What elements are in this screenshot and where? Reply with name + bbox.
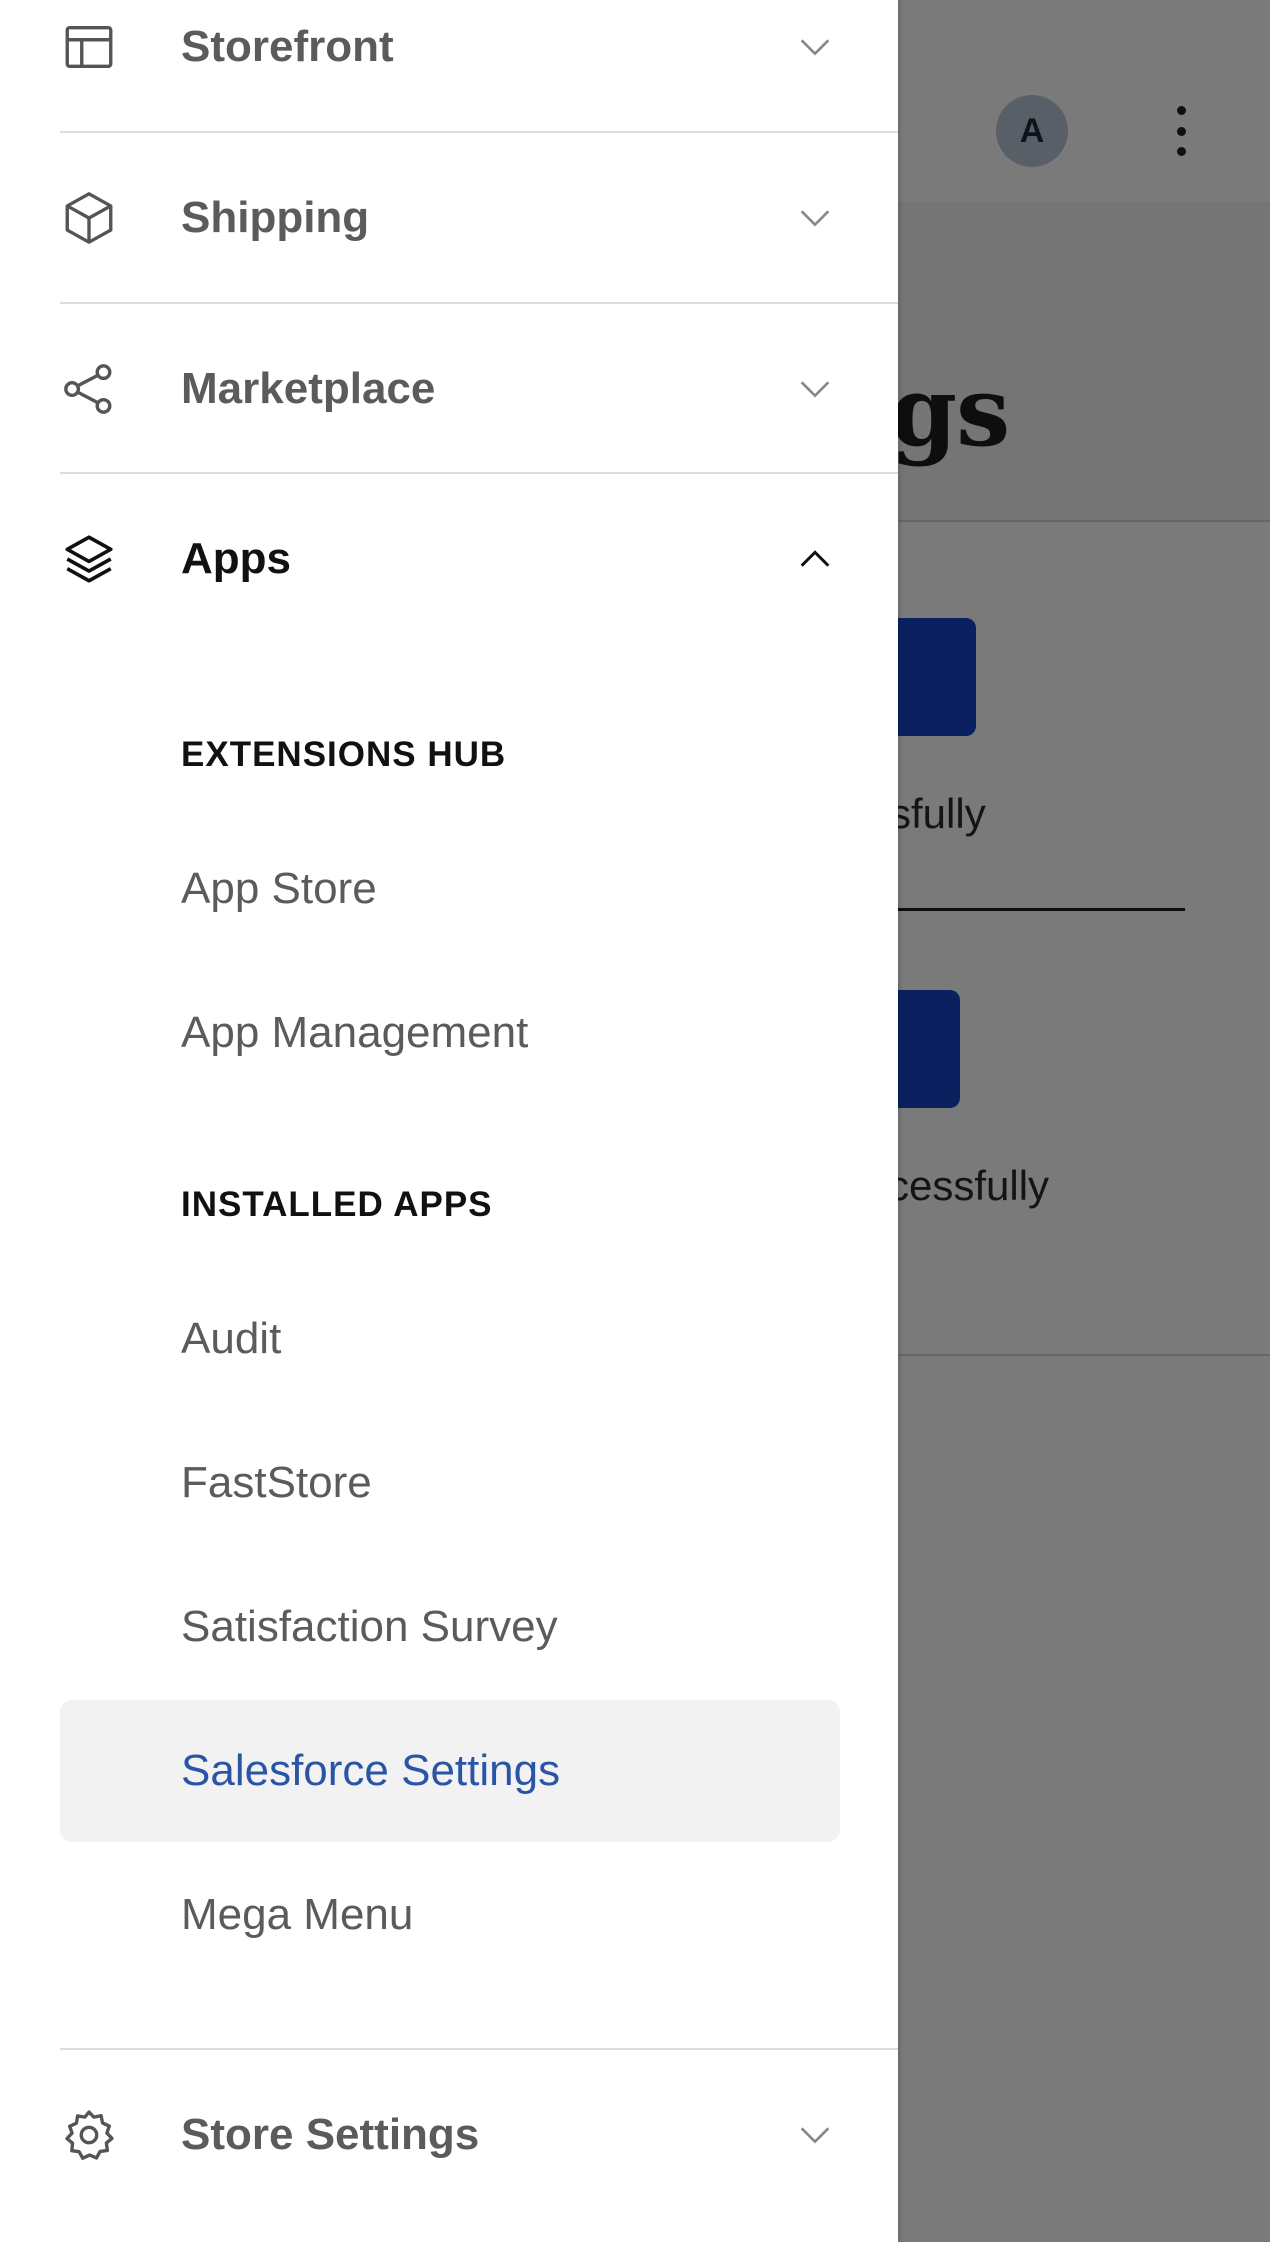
sub-item-mega-menu[interactable]: Mega Menu — [60, 1844, 840, 1986]
sub-item-label: Salesforce Settings — [181, 1746, 561, 1795]
sub-item-app-management[interactable]: App Management — [60, 962, 840, 1104]
nav-label-storefront: Storefront — [181, 22, 394, 71]
share-icon — [60, 360, 118, 418]
box-icon — [60, 189, 118, 247]
chevron-down-icon — [795, 369, 835, 409]
sub-item-label: App Management — [181, 1008, 529, 1057]
sub-item-audit[interactable]: Audit — [60, 1268, 840, 1410]
chevron-down-icon — [795, 198, 835, 238]
sub-item-faststore[interactable]: FastStore — [60, 1412, 840, 1554]
sub-item-salesforce-settings[interactable]: Salesforce Settings — [60, 1700, 840, 1842]
chevron-up-icon — [795, 539, 835, 579]
sub-item-label: FastStore — [181, 1458, 372, 1507]
nav-item-marketplace[interactable]: Marketplace — [0, 304, 898, 474]
nav-item-store-settings[interactable]: Store Settings — [0, 2050, 898, 2220]
section-heading-installed-apps: INSTALLED APPS — [181, 1185, 493, 1224]
nav-label-shipping: Shipping — [181, 193, 370, 242]
sub-item-label: Mega Menu — [181, 1890, 414, 1939]
gear-icon — [60, 2106, 118, 2164]
chevron-down-icon — [795, 27, 835, 67]
navigation-drawer: Storefront Shipping Marketplace Apps EXT… — [0, 0, 898, 2242]
sub-item-app-store[interactable]: App Store — [60, 818, 840, 960]
nav-item-apps[interactable]: Apps — [0, 474, 898, 644]
chevron-down-icon — [795, 2115, 835, 2155]
sub-item-satisfaction-survey[interactable]: Satisfaction Survey — [60, 1556, 840, 1698]
sub-item-label: App Store — [181, 864, 377, 913]
section-heading-extensions-hub: EXTENSIONS HUB — [181, 735, 507, 774]
layout-icon — [60, 18, 118, 76]
nav-label-store-settings: Store Settings — [181, 2110, 480, 2159]
sub-item-label: Satisfaction Survey — [181, 1602, 558, 1651]
layers-icon — [60, 530, 118, 588]
nav-item-storefront[interactable]: Storefront — [0, 0, 898, 132]
nav-label-marketplace: Marketplace — [181, 364, 436, 413]
nav-item-shipping[interactable]: Shipping — [0, 133, 898, 303]
sub-item-label: Audit — [181, 1314, 282, 1363]
nav-label-apps: Apps — [181, 534, 291, 583]
